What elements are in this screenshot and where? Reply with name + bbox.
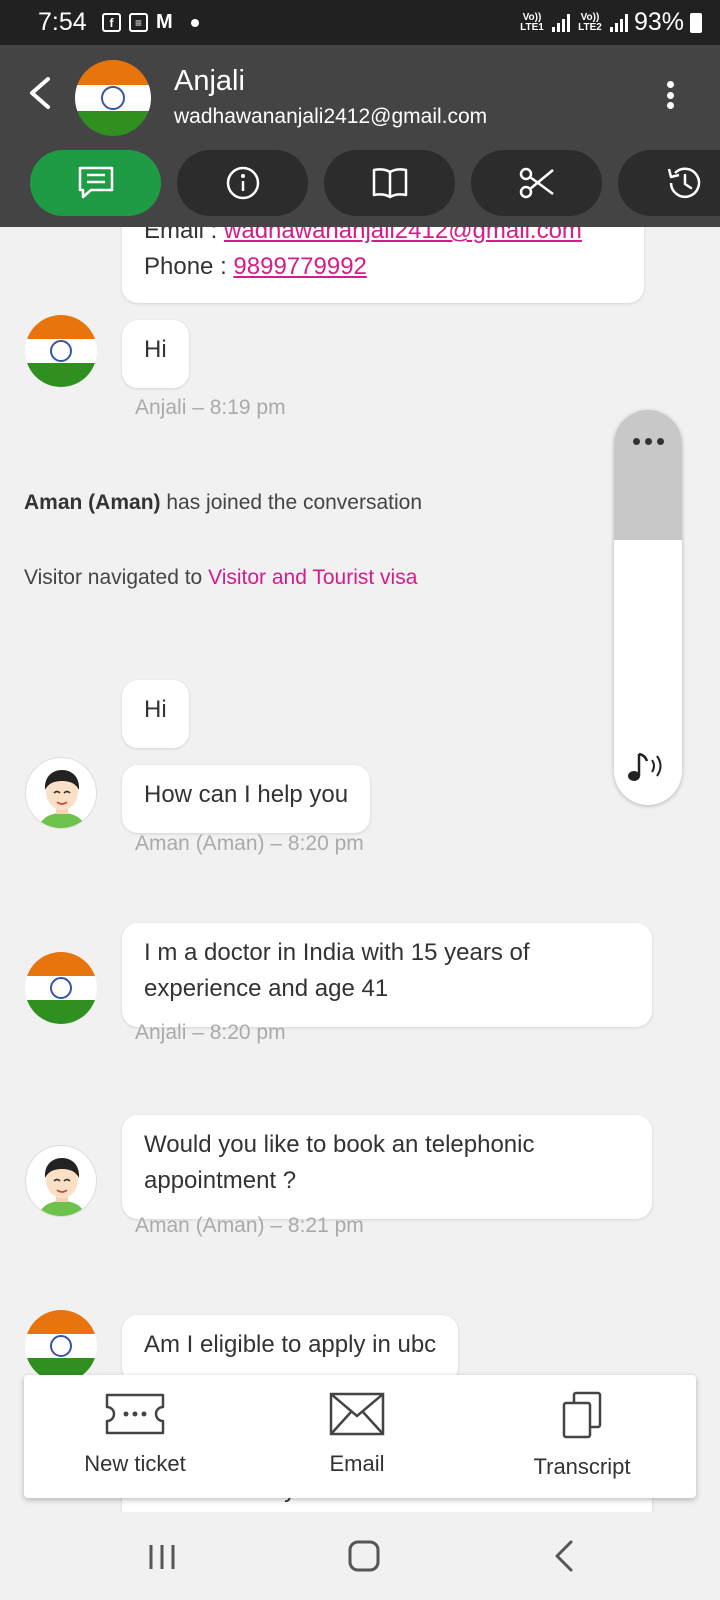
network-2-label: Vo)) LTE2 bbox=[578, 11, 602, 33]
back-arrow-icon bbox=[30, 77, 50, 109]
history-icon bbox=[667, 167, 700, 199]
info-icon bbox=[226, 166, 259, 200]
visitor-avatar bbox=[25, 315, 97, 387]
joined-agent-name: Aman (Aman) bbox=[24, 491, 161, 514]
new-ticket-button[interactable]: New ticket bbox=[24, 1375, 246, 1498]
message-bubble: Am I eligible to apply in ubc bbox=[122, 1315, 459, 1383]
tab-info[interactable] bbox=[177, 150, 308, 216]
agent-face-icon bbox=[38, 1158, 86, 1216]
contact-info-card: Email : wadhawananjali2412@gmail.com Pho… bbox=[122, 227, 644, 303]
message-meta: Anjali – 8:20 pm bbox=[135, 1021, 286, 1044]
status-right: Vo)) LTE1 Vo)) LTE2 93% bbox=[518, 8, 702, 37]
envelope-icon bbox=[329, 1392, 385, 1436]
action-bar: New ticket Email Transcript bbox=[24, 1375, 696, 1498]
facebook-icon: f bbox=[102, 13, 121, 32]
contact-email: wadhawananjali2412@gmail.com bbox=[174, 105, 488, 128]
system-navigated: Visitor navigated to Visitor and Tourist… bbox=[24, 566, 417, 590]
tab-chat[interactable] bbox=[30, 150, 161, 216]
navigated-link[interactable]: Visitor and Tourist visa bbox=[208, 566, 417, 589]
contact-avatar[interactable] bbox=[75, 60, 151, 136]
chat-header: Anjali wadhawananjali2412@gmail.com bbox=[0, 45, 720, 227]
visitor-avatar bbox=[25, 952, 97, 1024]
back-nav-icon[interactable] bbox=[553, 1539, 577, 1573]
message-bubble: Would you like to book an telephonic app… bbox=[122, 1115, 652, 1219]
tab-knowledge[interactable] bbox=[324, 150, 455, 216]
chat-icon bbox=[78, 166, 113, 199]
email-button[interactable]: Email bbox=[246, 1375, 468, 1498]
signal-1-icon bbox=[551, 13, 570, 32]
more-options-button[interactable] bbox=[660, 75, 680, 115]
message-meta: Aman (Aman) – 8:21 pm bbox=[135, 1214, 364, 1237]
agent-avatar bbox=[25, 1145, 97, 1217]
message-bubble: I m a doctor in India with 15 years of e… bbox=[122, 923, 652, 1027]
battery-percent: 93% bbox=[633, 8, 684, 36]
ticket-icon bbox=[105, 1393, 165, 1435]
phone-row: Phone : 9899779992 bbox=[144, 249, 367, 285]
home-icon[interactable] bbox=[347, 1539, 381, 1573]
system-joined: Aman (Aman) has joined the conversation bbox=[24, 491, 422, 515]
message-bubble: Hi bbox=[122, 680, 189, 748]
message-meta: Aman (Aman) – 8:20 pm bbox=[135, 832, 364, 855]
book-icon bbox=[372, 168, 407, 199]
system-nav-bar bbox=[0, 1512, 720, 1600]
news-icon: ≡ bbox=[129, 13, 148, 32]
message-bubble: Hi bbox=[122, 320, 189, 388]
email-row: Email : wadhawananjali2412@gmail.com bbox=[144, 227, 582, 249]
contact-name: Anjali bbox=[174, 65, 245, 97]
message-bubble: How can I help you bbox=[122, 765, 371, 833]
signal-2-icon bbox=[609, 13, 628, 32]
status-bar: 7:54 f ≡ M Vo)) LTE1 Vo)) LTE2 93% bbox=[0, 0, 720, 45]
phone-link[interactable]: 9899779992 bbox=[233, 253, 366, 280]
phone-label: Phone : bbox=[144, 253, 234, 280]
network-1-label: Vo)) LTE1 bbox=[520, 11, 544, 33]
joined-text: has joined the conversation bbox=[160, 491, 423, 514]
transcript-label: Transcript bbox=[533, 1454, 631, 1479]
agent-avatar bbox=[25, 757, 97, 829]
transcript-button[interactable]: Transcript bbox=[468, 1375, 696, 1498]
header-tabs bbox=[30, 150, 720, 216]
back-button[interactable] bbox=[22, 73, 62, 113]
message-meta: Anjali – 8:19 pm bbox=[135, 396, 286, 419]
copy-icon bbox=[562, 1391, 602, 1439]
tab-canned[interactable] bbox=[471, 150, 602, 216]
email-link[interactable]: wadhawananjali2412@gmail.com bbox=[224, 227, 582, 244]
agent-face-icon bbox=[38, 770, 86, 828]
tab-history[interactable] bbox=[618, 150, 720, 216]
more-dots-icon[interactable] bbox=[614, 438, 682, 445]
status-time: 7:54 bbox=[38, 8, 87, 36]
notification-icons: f ≡ M bbox=[102, 11, 199, 34]
audio-icon[interactable] bbox=[626, 748, 670, 784]
more-notifications-icon bbox=[190, 18, 199, 27]
scroll-thumb[interactable] bbox=[614, 410, 682, 540]
email-label: Email bbox=[329, 1451, 385, 1476]
scroll-widget[interactable] bbox=[614, 410, 682, 805]
new-ticket-label: New ticket bbox=[84, 1451, 186, 1476]
navigated-text: Visitor navigated to bbox=[24, 566, 209, 589]
email-label: Email : bbox=[144, 227, 225, 244]
recent-apps-icon[interactable] bbox=[147, 1542, 177, 1572]
chat-transcript[interactable]: Email : wadhawananjali2412@gmail.com Pho… bbox=[0, 227, 720, 1512]
visitor-avatar bbox=[25, 1310, 97, 1382]
battery-icon bbox=[690, 12, 702, 33]
gmail-icon: M bbox=[156, 11, 173, 33]
scissors-icon bbox=[519, 167, 554, 199]
